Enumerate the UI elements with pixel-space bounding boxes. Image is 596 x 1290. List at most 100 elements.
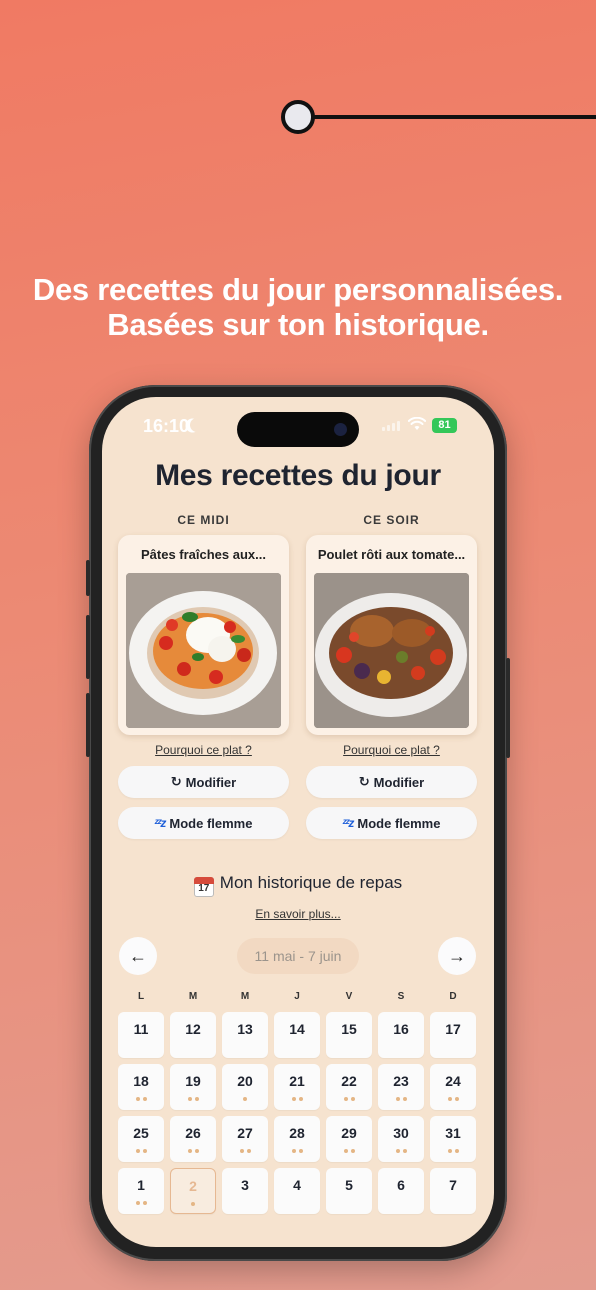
meal-dot [350,1149,355,1153]
history-title-text: Mon historique de repas [219,873,403,892]
calendar-day[interactable]: 13 [222,1012,268,1058]
calendar-day[interactable]: 14 [274,1012,320,1058]
meal-dot [454,1149,459,1153]
dynamic-island [237,412,359,447]
lunch-why-link[interactable]: Pourquoi ce plat ? [118,743,289,757]
calendar-day[interactable]: 30 [378,1116,424,1162]
meal-dots [430,1097,476,1101]
calendar-day-number: 15 [341,1021,357,1037]
calendar-day-number: 18 [133,1073,149,1089]
calendar-day-number: 7 [449,1177,457,1193]
meal-dot [135,1149,140,1153]
sleep-zzz-icon: ᶻᶻz [154,816,167,830]
meal-dot [454,1097,459,1101]
refresh-icon: ↻ [358,774,370,789]
meal-dot [402,1097,407,1101]
weekday-label: M [240,991,250,1002]
calendar-day-number: 22 [341,1073,357,1089]
meal-dot [142,1097,147,1101]
calendar-day-number: 31 [445,1125,461,1141]
meal-dots [170,1097,216,1101]
calendar-day[interactable]: 16 [378,1012,424,1058]
calendar-day[interactable]: 17 [430,1012,476,1058]
meal-dots [118,1149,164,1153]
camera-icon [334,423,347,436]
calendar-day[interactable]: 23 [378,1064,424,1110]
meal-dot [343,1097,348,1101]
dinner-recipe-image [314,573,469,728]
meal-dot [395,1097,400,1101]
dinner-lazy-label: Mode flemme [357,815,441,831]
arrow-left-icon: ← [129,945,147,966]
calendar-day-number: 12 [185,1021,201,1037]
dinner-label: CE SOIR [363,513,420,527]
calendar-day[interactable]: 6 [378,1168,424,1214]
calendar-day[interactable]: 12 [170,1012,216,1058]
calendar-day-today[interactable]: 2 [170,1168,216,1214]
meal-dots [118,1201,164,1205]
calendar-day[interactable]: 11 [118,1012,164,1058]
calendar-day-number: 11 [133,1021,149,1037]
weekday-label: J [294,991,300,1002]
meal-dot [191,1202,195,1206]
lunch-modify-button[interactable]: ↻ Modifier [118,766,289,798]
dinner-why-link[interactable]: Pourquoi ce plat ? [306,743,477,757]
phone-power-button [506,658,510,758]
lunch-recipe-card[interactable]: Pâtes fraîches aux... [118,535,289,735]
calendar-day[interactable]: 3 [222,1168,268,1214]
calendar-day[interactable]: 15 [326,1012,372,1058]
dinner-recipe-card[interactable]: Poulet rôti aux tomate... [306,535,477,735]
calendar-day-number: 21 [289,1073,305,1089]
lunch-lazy-mode-button[interactable]: ᶻᶻz Mode flemme [118,807,289,839]
calendar-day-number: 28 [289,1125,305,1141]
sleep-zzz-icon: ᶻᶻz [342,816,355,830]
phone-volume-up-button [86,615,90,679]
dinner-modify-label: Modifier [373,774,425,790]
headline-line-1: Des recettes du jour personnalisées. [32,272,564,307]
calendar-day[interactable]: 18 [118,1064,164,1110]
meal-dots [171,1202,215,1206]
battery-indicator: 81 [432,418,457,433]
meal-dot [142,1149,147,1153]
calendar-day-number: 14 [289,1021,305,1037]
next-range-button[interactable]: → [438,937,476,975]
date-range-label: 11 mai - 7 juin [237,938,359,974]
dinner-modify-button[interactable]: ↻ Modifier [306,766,477,798]
meal-dots [222,1097,268,1101]
history-title: 17 Mon historique de repas [102,873,494,897]
calendar-day[interactable]: 19 [170,1064,216,1110]
calendar-day[interactable]: 1 [118,1168,164,1214]
lunch-label: CE MIDI [177,513,230,527]
calendar-day-number: 30 [393,1125,409,1141]
calendar-day[interactable]: 7 [430,1168,476,1214]
lunch-modify-label: Modifier [185,774,237,790]
weekday-label: S [397,991,405,1002]
calendar-day[interactable]: 28 [274,1116,320,1162]
meal-dots [378,1149,424,1153]
calendar-day[interactable]: 5 [326,1168,372,1214]
calendar-day[interactable]: 24 [430,1064,476,1110]
meal-dot [402,1149,407,1153]
calendar-day-number: 4 [293,1177,301,1193]
wifi-icon [408,417,426,430]
meal-dot [343,1149,348,1153]
calendar-day[interactable]: 26 [170,1116,216,1162]
dinner-lazy-mode-button[interactable]: ᶻᶻz Mode flemme [306,807,477,839]
meal-dot [246,1149,251,1153]
weekday-label: M [188,991,198,1002]
calendar-day[interactable]: 29 [326,1116,372,1162]
learn-more-link[interactable]: En savoir plus... [102,907,494,921]
calendar-day-number: 23 [393,1073,409,1089]
calendar-day-number: 20 [237,1073,253,1089]
calendar-day[interactable]: 20 [222,1064,268,1110]
calendar-day[interactable]: 4 [274,1168,320,1214]
calendar-day[interactable]: 22 [326,1064,372,1110]
meal-dots [326,1149,372,1153]
calendar-day-number: 25 [133,1125,149,1141]
meal-dots [274,1149,320,1153]
calendar-day[interactable]: 31 [430,1116,476,1162]
calendar-day[interactable]: 21 [274,1064,320,1110]
calendar-day[interactable]: 25 [118,1116,164,1162]
previous-range-button[interactable]: ← [119,937,157,975]
calendar-day[interactable]: 27 [222,1116,268,1162]
